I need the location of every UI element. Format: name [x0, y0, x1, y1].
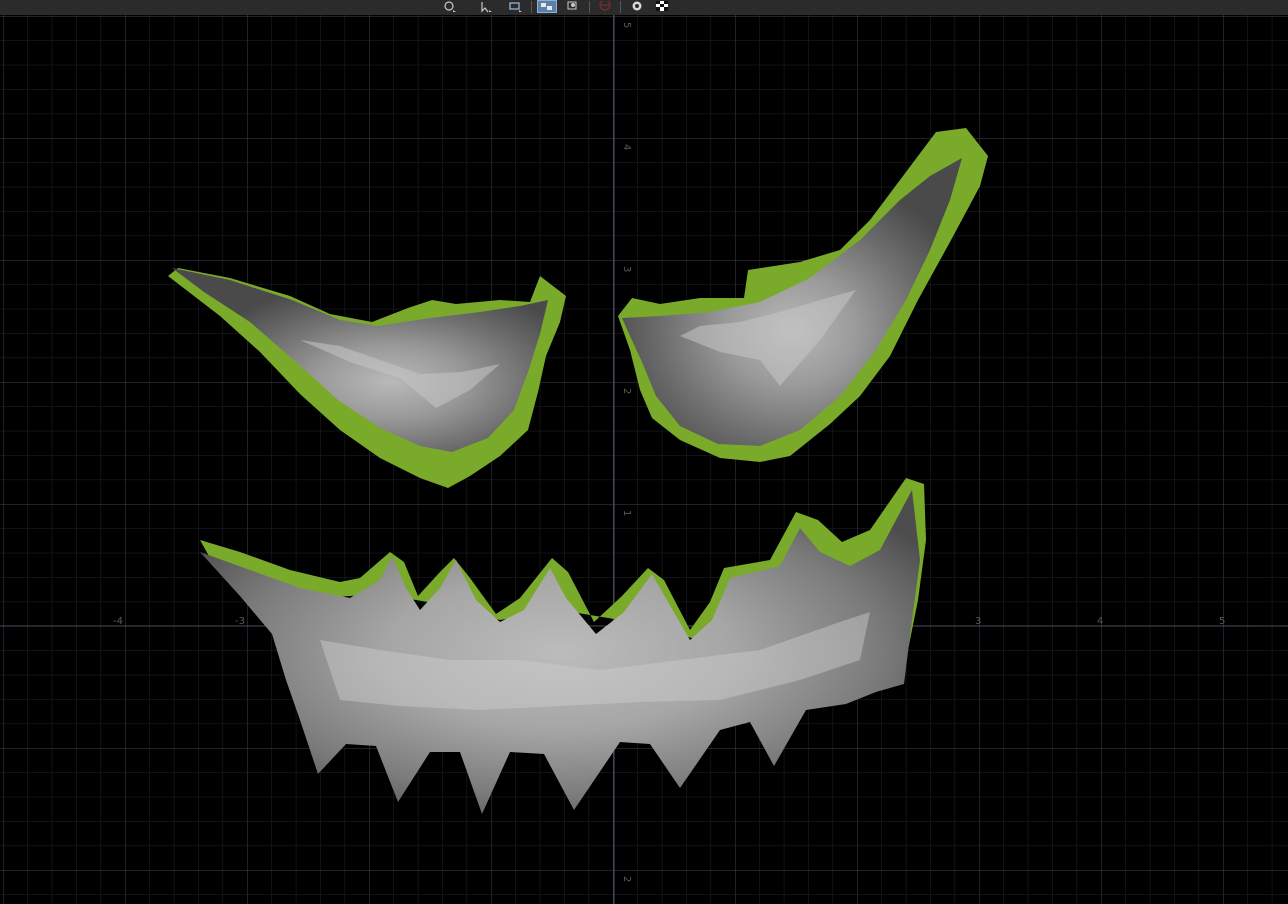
uv-shell-view-icon	[541, 3, 552, 10]
zoom-frame-button[interactable]	[563, 0, 583, 13]
x-axis-label: -3	[235, 616, 245, 627]
no-entry-icon	[599, 1, 611, 11]
checker-map-icon	[656, 1, 668, 11]
checker-map-button[interactable]	[652, 0, 672, 13]
uv-viewport[interactable]: -4 -3 3 4 5 5 4 3 2 1 2	[0, 15, 1288, 904]
settings-wheel-icon	[632, 1, 642, 11]
y-axis-label: 4	[621, 144, 632, 150]
y-axis-label: 5	[621, 22, 632, 28]
no-entry-button[interactable]	[595, 0, 615, 13]
settings-wheel-button[interactable]	[627, 0, 647, 13]
orbit-tool-icon	[444, 0, 456, 12]
grid-major-lines	[0, 15, 1288, 904]
x-axis-label: -4	[113, 616, 123, 627]
uv-shell-view-button[interactable]	[537, 0, 557, 13]
select-tool-icon	[481, 1, 492, 12]
toolbar-separator	[620, 1, 621, 13]
y-axis-label: 2	[621, 388, 632, 394]
select-tool-button[interactable]	[476, 0, 496, 13]
uv-editor-toolbar	[0, 0, 1288, 16]
x-axis-label: 3	[975, 616, 981, 627]
uv-canvas[interactable]: -4 -3 3 4 5 5 4 3 2 1 2	[0, 15, 1288, 904]
zoom-frame-icon	[567, 1, 577, 10]
y-axis-label: 2	[621, 876, 632, 882]
x-axis-label: 5	[1219, 616, 1225, 627]
y-axis-label: 1	[621, 510, 632, 516]
orbit-tool-button[interactable]	[440, 0, 460, 13]
transform-tool-icon	[509, 1, 522, 12]
toolbar-separator	[531, 1, 532, 13]
toolbar-separator	[589, 1, 590, 13]
transform-tool-button[interactable]	[506, 0, 526, 13]
y-axis-label: 3	[621, 266, 632, 272]
x-axis-label: 4	[1097, 616, 1103, 627]
